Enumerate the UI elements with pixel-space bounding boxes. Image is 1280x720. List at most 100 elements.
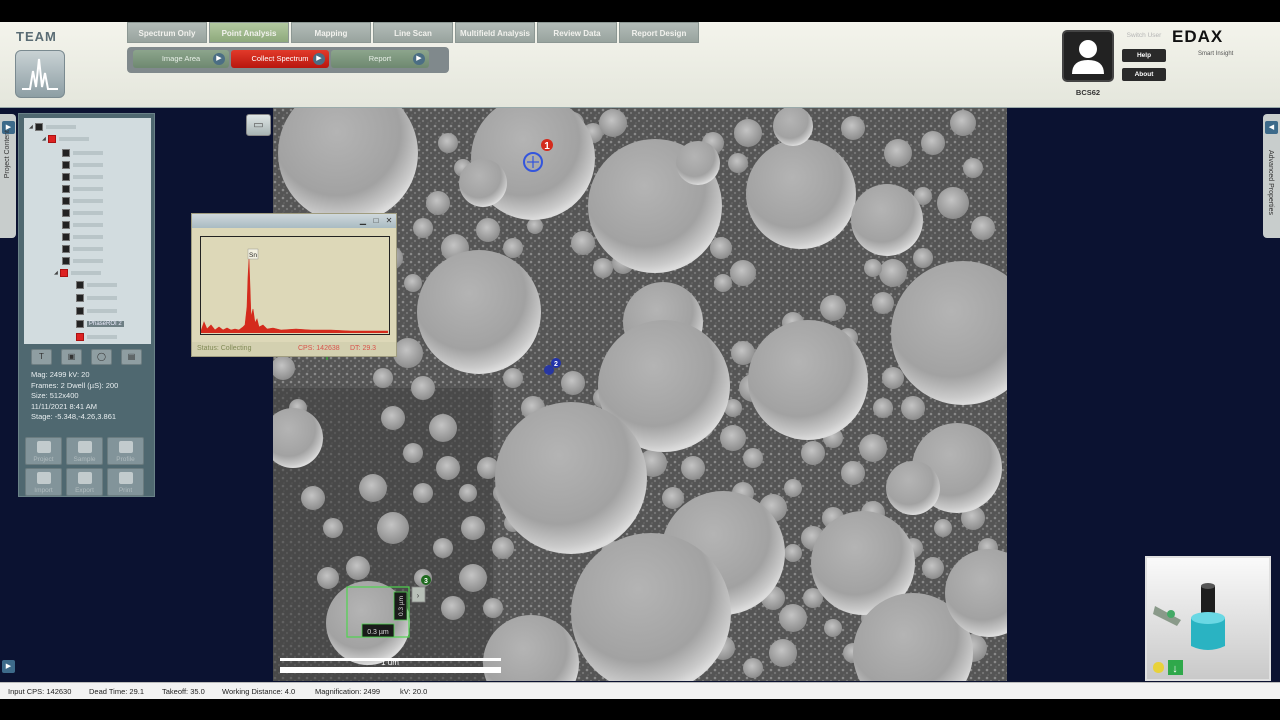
print-button[interactable]: Print	[107, 468, 144, 496]
item-node-icon	[76, 294, 84, 302]
tab-report-design[interactable]: Report Design	[619, 22, 699, 43]
tree-node[interactable]	[62, 148, 103, 158]
bottom-expand-arrow-icon[interactable]: ▶	[2, 660, 15, 673]
printer-icon	[119, 472, 133, 484]
tree-node[interactable]	[62, 208, 103, 218]
minimize-icon[interactable]: ▁	[358, 216, 368, 225]
point-2-label: 2	[554, 361, 558, 368]
spectrum-titlebar[interactable]: ▁ □ ✕	[192, 214, 396, 228]
print-button-label: Print	[118, 487, 133, 494]
small-particle	[441, 596, 465, 620]
circle-tool-icon[interactable]: ◯	[91, 349, 112, 365]
project-button[interactable]: Project	[25, 437, 62, 465]
maximize-icon[interactable]: □	[371, 216, 381, 225]
item-node-icon	[62, 209, 70, 217]
stage-3d-view[interactable]: ↓	[1145, 556, 1271, 681]
subtab-collect-spectrum[interactable]: Collect Spectrum ▶	[231, 50, 329, 68]
status-kv: kV: 20.0	[400, 687, 428, 696]
home-icon[interactable]	[1153, 662, 1164, 673]
large-particle	[748, 320, 868, 440]
tree-node-label	[73, 247, 103, 251]
status-magnification: Magnification: 2499	[315, 687, 381, 696]
tab-mapping[interactable]: Mapping	[291, 22, 371, 43]
tree-node[interactable]	[76, 280, 117, 290]
export-button-label: Export	[75, 487, 94, 494]
small-particle	[872, 292, 894, 314]
small-particle	[841, 461, 865, 485]
tree-node[interactable]	[76, 293, 117, 303]
large-particle	[851, 184, 923, 256]
small-particle	[459, 564, 487, 592]
tree-node[interactable]	[62, 256, 103, 266]
tree-node-label	[59, 137, 89, 141]
tab-review-data[interactable]: Review Data	[537, 22, 617, 43]
export-icon	[78, 472, 92, 484]
small-particle	[411, 376, 435, 400]
scale-bar-label: 1 um	[381, 658, 399, 667]
help-button[interactable]: Help	[1122, 49, 1166, 62]
tree-node[interactable]	[62, 172, 103, 182]
small-particle	[841, 116, 865, 140]
tree-node-label	[73, 223, 103, 227]
tab-spectrum-only[interactable]: Spectrum Only	[127, 22, 207, 43]
tree-node[interactable]: ◢	[42, 134, 89, 144]
tree-node[interactable]	[62, 196, 103, 206]
collapse-arrow-icon[interactable]: ◀	[1265, 121, 1278, 134]
subtab-collect-spectrum-label: Collect Spectrum	[251, 54, 309, 63]
subtab-report[interactable]: Report ▶	[331, 50, 429, 68]
open-folder-button[interactable]: ▭	[246, 114, 271, 136]
spectrum-node-icon	[60, 269, 68, 277]
user-avatar[interactable]	[1062, 30, 1114, 82]
small-particle	[859, 434, 887, 462]
spectrum-node-icon	[48, 135, 56, 143]
subtab-report-label: Report	[368, 54, 392, 63]
small-particle	[593, 258, 613, 278]
small-particle	[433, 538, 453, 558]
tree-node[interactable]	[62, 184, 103, 194]
svg-text:↓: ↓	[1172, 663, 1178, 675]
table-tool-icon[interactable]: ▤	[121, 349, 142, 365]
tree-node[interactable]	[76, 332, 117, 342]
tree-node-label	[87, 335, 117, 339]
small-particle	[503, 238, 523, 258]
about-button[interactable]: About	[1122, 68, 1166, 81]
header: TEAM Spectrum Only Point Analysis Mappin…	[0, 22, 1280, 108]
tree-node-label	[73, 187, 103, 191]
close-icon[interactable]: ✕	[384, 216, 394, 225]
small-particle	[934, 519, 952, 537]
spectrum-status-bar: Status: Collecting CPS: 142638 DT: 29.3	[192, 342, 396, 356]
tree-node[interactable]	[62, 220, 103, 230]
tree-node[interactable]: PhaseROI 2	[76, 319, 124, 329]
profile-button-label: Profile	[116, 456, 135, 463]
spectrum-plot[interactable]: Sn	[200, 236, 390, 335]
item-node-icon	[62, 257, 70, 265]
subtab-image-area[interactable]: Image Area ▶	[133, 50, 229, 68]
tree-node[interactable]	[62, 232, 103, 242]
export-button[interactable]: Export	[66, 468, 103, 496]
tree-node[interactable]	[62, 244, 103, 254]
tree-node[interactable]: ◢	[29, 122, 76, 132]
small-particle	[884, 139, 912, 167]
sample-button[interactable]: Sample	[66, 437, 103, 465]
image-tool-icon[interactable]: ▣	[61, 349, 82, 365]
tab-multifield-analysis[interactable]: Multifield Analysis	[455, 22, 535, 43]
import-button[interactable]: Import	[25, 468, 62, 496]
project-tree[interactable]: ◢ ◢ ◢ PhaseROI 2	[24, 118, 151, 344]
roi-width-label: 0.3 µm	[367, 629, 389, 636]
status-input-cps: Input CPS: 142630	[8, 687, 72, 696]
switch-user-link[interactable]: Switch User	[1122, 32, 1166, 39]
image-info-frames: Frames: 2 Dwell (µS): 200	[31, 380, 119, 390]
large-particle	[459, 159, 507, 207]
user-silhouette-icon	[1072, 40, 1104, 74]
sem-image-viewer[interactable]: 1 2 3 0.3 µm 0.3 µm › 1 um	[273, 108, 1007, 681]
profile-button[interactable]: Profile	[107, 437, 144, 465]
item-node-icon	[62, 185, 70, 193]
tree-node[interactable]: ◢	[54, 268, 101, 278]
text-tool-icon[interactable]: T	[31, 349, 52, 365]
live-spectrum-window[interactable]: ▁ □ ✕ Sn Status: Collecting CPS: 142638 …	[191, 213, 397, 357]
tree-node[interactable]	[62, 160, 103, 170]
tab-point-analysis[interactable]: Point Analysis	[209, 22, 289, 43]
tab-line-scan[interactable]: Line Scan	[373, 22, 453, 43]
status-bar: Input CPS: 142630 Dead Time: 29.1 Takeof…	[0, 682, 1280, 699]
tree-node[interactable]	[76, 306, 117, 316]
